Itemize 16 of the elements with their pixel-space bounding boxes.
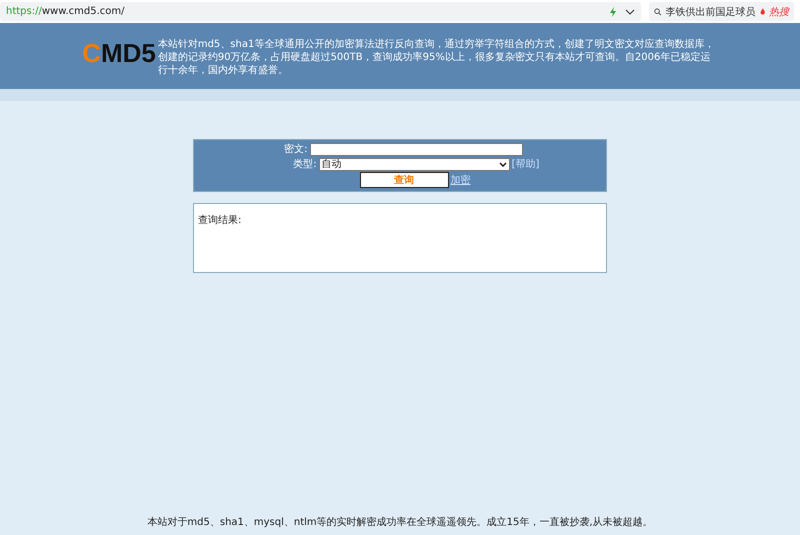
footer-text: 本站对于md5、sha1、mysql、ntlm等的实时解密成功率在全球遥遥领先。成立15年，一直被抄袭,从未被超越。 (147, 517, 653, 528)
site-description: 本站针对md5、sha1等全球通用公开的加密算法进行反向查询，通过穷举字符组合的方式，创建了明文密文对应查询数据库，创建的记录约90万亿条，占用硬盘超过500TB，查询成功率95%以上，很多复杂密文只有本站才可查询。自2006年已稳定运行十余年，国内外享有盛誉。 (158, 38, 716, 77)
cipher-label: 密文: (283, 142, 308, 156)
result-label: 查询结果: (198, 215, 242, 226)
search-query: 李铁供出前国足球员 (666, 6, 756, 18)
type-select[interactable]: 自动 (318, 158, 510, 170)
logo: CMD5 (82, 38, 156, 70)
chevron-icon[interactable] (625, 8, 635, 14)
address-bar[interactable]: https://www.cmd5.com/ (0, 2, 641, 21)
search-icon (654, 6, 662, 16)
hot-search-label: 热搜 (769, 6, 789, 18)
search-field[interactable]: 李铁供出前国足球员 热搜 (649, 2, 794, 21)
type-label: 类型: (292, 158, 317, 171)
cipher-input[interactable] (310, 142, 522, 156)
url-text: https://www.cmd5.com/ (6, 6, 125, 17)
lightning-icon[interactable] (609, 6, 617, 16)
